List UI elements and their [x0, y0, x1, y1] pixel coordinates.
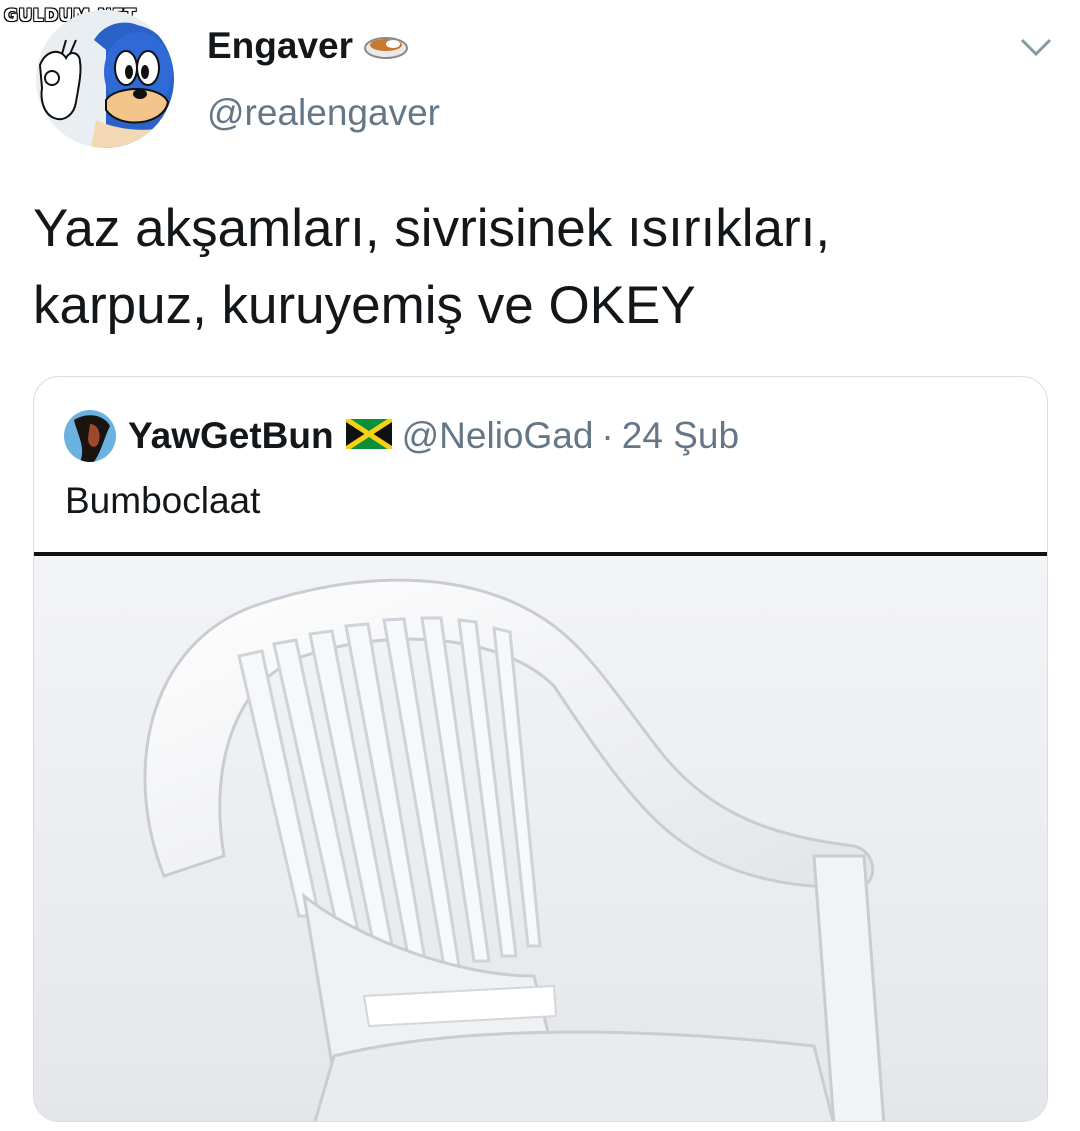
quoted-tweet-text: Bumboclaat — [65, 480, 261, 521]
author-display-name[interactable]: Engaver — [207, 25, 409, 69]
jamaica-flag-emoji — [344, 416, 393, 454]
author-handle[interactable]: @realengaver — [207, 92, 440, 134]
author-name-text: Engaver — [207, 25, 354, 66]
tweet-text-line: karpuz, kuruyemiş ve OKEY — [33, 276, 696, 335]
quoted-author-display-name[interactable]: YawGetBun — [128, 415, 334, 457]
quoted-tweet-card[interactable]: YawGetBun @NelioGad · 24 Şub Bumboclaat — [33, 376, 1048, 1122]
quoted-author-handle[interactable]: @NelioGad — [402, 415, 594, 457]
white-plastic-chair-photo — [34, 556, 1047, 1121]
author-avatar[interactable] — [36, 10, 174, 148]
tweet-text-line: Yaz akşamları, sivrisinek ısırıkları, — [33, 199, 831, 258]
chevron-down-icon[interactable] — [1016, 34, 1056, 60]
quoted-author-avatar[interactable] — [64, 410, 116, 462]
curry-bowl-emoji — [363, 27, 409, 69]
quoted-tweet-media[interactable] — [34, 552, 1047, 1121]
header-separator: · — [601, 415, 614, 456]
tweet-text: Yaz akşamları, sivrisinek ısırıkları, ka… — [33, 190, 1043, 344]
quoted-tweet-header: YawGetBun @NelioGad · 24 Şub — [64, 410, 739, 462]
quoted-tweet-date[interactable]: 24 Şub — [622, 415, 739, 457]
